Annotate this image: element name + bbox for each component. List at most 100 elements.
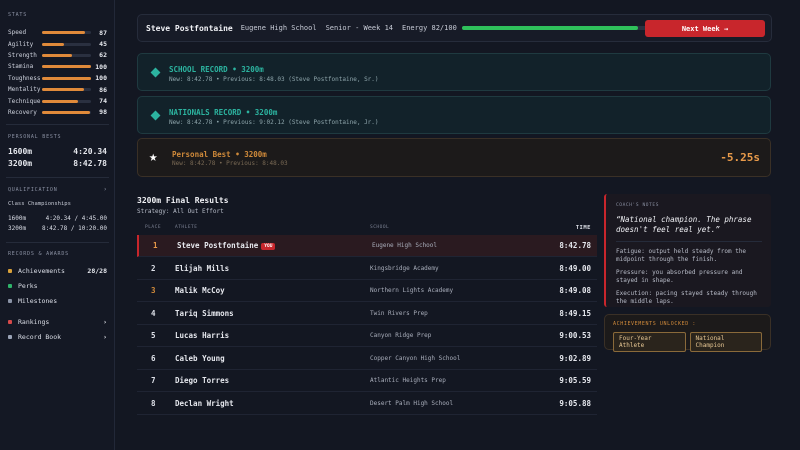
stat-row: Recovery 98 xyxy=(8,107,107,118)
table-row[interactable]: 2 Elijah Mills Kingsbridge Academy 8:49.00 xyxy=(137,258,597,280)
nav-item-milestones[interactable]: Milestones xyxy=(8,294,107,309)
note-line: Execution: pacing stayed steady through … xyxy=(616,290,757,305)
table-row[interactable]: 8 Declan Wright Desert Palm High School 9:0… xyxy=(137,393,597,415)
personal-bests-list: 1600m 4:20.34 3200m 8:42.78 xyxy=(8,145,107,169)
result-place: 1 xyxy=(153,241,158,250)
record-title: NATIONALS RECORD • 3200m xyxy=(169,108,278,117)
stat-bar xyxy=(42,31,91,35)
stat-row: Technique 74 xyxy=(8,95,107,106)
stats-list: Speed 87 Agility 45 Strength 62 Stamina 100 Toug… xyxy=(8,27,107,118)
qualification-row: 1600m 4:20.34 / 4:45.00 xyxy=(8,214,107,224)
nav-item-perks[interactable]: Perks xyxy=(8,278,107,293)
result-athlete: Malik McCoy xyxy=(175,286,225,295)
chevron-right-icon: › xyxy=(103,318,107,327)
result-time: 8:49.15 xyxy=(559,308,591,318)
stat-name: Speed xyxy=(8,29,27,37)
stat-name: Toughness xyxy=(8,74,41,82)
achievement-badge[interactable]: National Champion xyxy=(689,332,762,352)
result-time: 8:49.00 xyxy=(559,263,591,273)
result-school: Desert Palm High School xyxy=(370,399,454,407)
nav-label: Record Book xyxy=(18,333,62,342)
stat-bar xyxy=(42,53,91,57)
chevron-right-icon: › xyxy=(103,333,107,342)
achievements-unlocked-card: ACHIEVEMENTS UNLOCKED : Four-Year Athlet… xyxy=(604,314,771,352)
stat-bar xyxy=(42,88,91,92)
header-place: PLACE xyxy=(145,225,162,230)
pb-time: 4:20.34 xyxy=(73,146,107,156)
header-time: TIME xyxy=(575,225,591,231)
table-row[interactable]: 7 Diego Torres Atlantic Heights Prep 9:05.5… xyxy=(137,370,597,392)
nav-label: Milestones xyxy=(18,297,58,306)
stat-value: 100 xyxy=(95,62,107,71)
result-time: 8:49.08 xyxy=(559,286,591,295)
nav-item-achievements[interactable]: Achievements 28/28 xyxy=(8,263,107,278)
results-table-header: PLACE ATHLETE SCHOOL TIME xyxy=(137,223,597,234)
result-school: Copper Canyon High School xyxy=(370,354,461,362)
next-week-button[interactable]: Next Week → xyxy=(645,20,765,37)
stat-row: Agility 45 xyxy=(8,38,107,49)
result-place: 6 xyxy=(151,353,156,363)
nav-dot-icon xyxy=(8,320,12,325)
stat-fill xyxy=(42,65,91,69)
divider xyxy=(6,124,109,126)
stat-value: 98 xyxy=(99,108,107,117)
result-school: Atlantic Heights Prep xyxy=(370,377,446,384)
personal-best-card: ★ Personal Best • 3200m New: 8:42.78 • P… xyxy=(137,138,771,177)
pb-detail: New: 8:42.78 • Previous: 8:48.03 xyxy=(172,160,288,167)
achievement-badge[interactable]: Four-Year Athlete xyxy=(613,332,686,352)
qualification-row: 3200m 8:42.78 / 10:20.00 xyxy=(8,224,107,234)
qualification-header[interactable]: QUALIFICATION › xyxy=(8,186,107,193)
result-athlete: Tariq Simmons xyxy=(175,309,234,318)
stat-bar xyxy=(42,76,91,80)
result-athlete: Lucas Harris xyxy=(175,331,229,340)
result-time: 9:00.53 xyxy=(559,331,591,340)
stat-row: Strength 62 xyxy=(8,50,107,61)
record-title: SCHOOL RECORD • 3200m xyxy=(169,65,264,74)
table-row[interactable]: 6 Caleb Young Copper Canyon High School 9:0… xyxy=(137,348,597,370)
you-badge: YOU xyxy=(261,243,276,250)
nationals-record-card: NATIONALS RECORD • 3200m New: 8:42.78 • … xyxy=(137,96,771,134)
nav-item-record-book[interactable]: Record Book › xyxy=(8,330,107,345)
results-strategy: Strategy: All Out Effort xyxy=(137,208,224,215)
stat-name: Agility xyxy=(8,40,34,48)
qualification-subtitle: Class Championships xyxy=(8,201,71,208)
nav-label: Achievements xyxy=(18,266,65,275)
athlete-name: Steve Postfontaine xyxy=(146,23,233,33)
stat-name: Stamina xyxy=(8,63,34,71)
nav-dot-icon xyxy=(8,335,12,340)
stat-bar xyxy=(42,42,91,46)
stat-bar xyxy=(42,110,91,114)
note-line: Pressure: you absorbed pressure and stay… xyxy=(616,269,743,284)
stats-title: STATS xyxy=(8,12,28,18)
divider xyxy=(6,242,109,244)
chevron-right-icon: › xyxy=(103,186,107,194)
table-row[interactable]: 1 Steve Postfontaine YOU Eugene High School… xyxy=(137,235,597,257)
personal-bests-title: PERSONAL BESTS xyxy=(8,134,62,141)
nav-item-rankings[interactable]: Rankings › xyxy=(8,315,107,330)
personal-best-row: 3200m 8:42.78 xyxy=(8,157,107,169)
result-time: 9:02.89 xyxy=(559,353,591,363)
table-row[interactable]: 5 Lucas Harris Canyon Ridge Prep 9:00.53 xyxy=(137,325,597,347)
main-panel: Steve Postfontaine Eugene High School Se… xyxy=(115,0,800,450)
diamond-icon xyxy=(150,110,161,121)
result-school: Twin Rivers Prep xyxy=(370,309,428,317)
header-school: SCHOOL xyxy=(370,225,390,230)
result-athlete: Elijah Mills xyxy=(175,264,229,273)
athlete-topbar: Steve Postfontaine Eugene High School Se… xyxy=(137,14,772,42)
nav-label: Rankings xyxy=(18,318,50,327)
notes-title: COACH'S NOTES xyxy=(616,203,660,208)
table-row[interactable]: 3 Malik McCoy Northern Lights Academy 8:49.… xyxy=(137,280,597,302)
personal-best-row: 1600m 4:20.34 xyxy=(8,145,107,157)
result-school: Northern Lights Academy xyxy=(370,287,454,294)
stat-value: 62 xyxy=(99,51,107,60)
achievement-badges: Four-Year Athlete National Champion xyxy=(613,332,762,352)
result-place: 2 xyxy=(151,263,156,273)
stat-fill xyxy=(42,110,91,114)
stat-bar xyxy=(42,99,91,103)
table-row[interactable]: 4 Tariq Simmons Twin Rivers Prep 8:49.15 xyxy=(137,303,597,325)
result-school: Canyon Ridge Prep xyxy=(370,332,432,339)
result-athlete: Caleb Young xyxy=(175,354,225,363)
athlete-name: Elijah Mills xyxy=(175,263,230,273)
athlete-name: Caleb Young xyxy=(175,353,225,363)
nav-dot-icon xyxy=(8,283,12,288)
